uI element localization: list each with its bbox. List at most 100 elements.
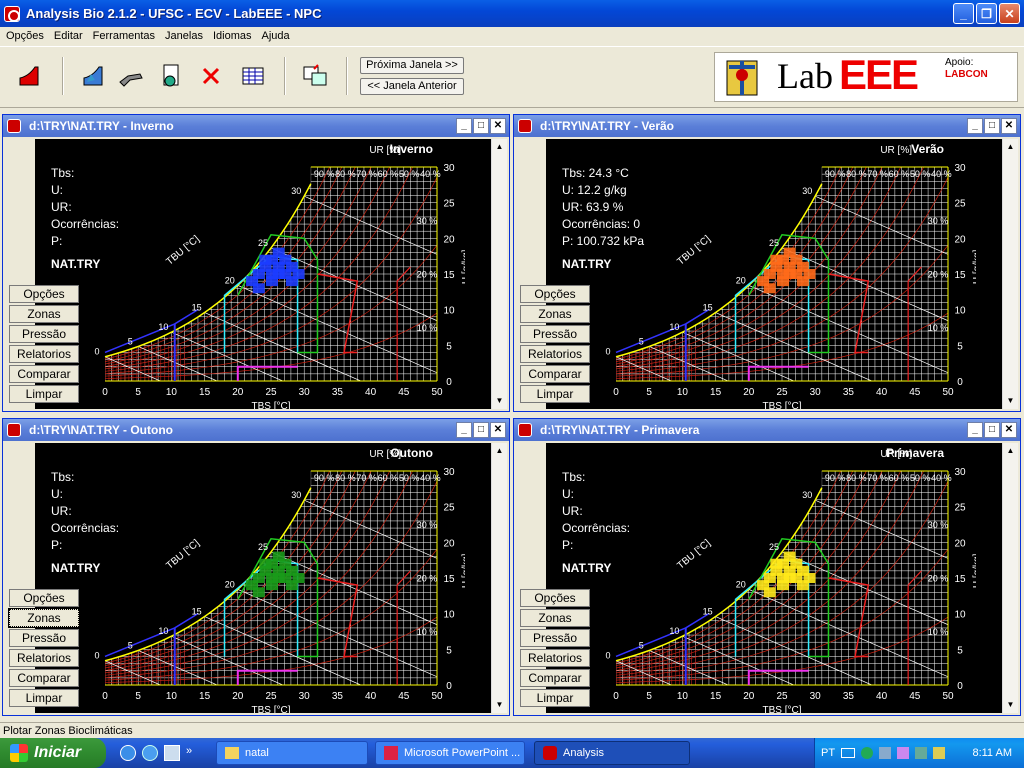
occurrence-mark: [783, 269, 796, 279]
window-minimize-button[interactable]: _: [456, 422, 472, 438]
window-maximize-button[interactable]: □: [473, 422, 489, 438]
rh-label: 50 %: [399, 473, 420, 483]
chart-window-verão[interactable]: d:\TRY\NAT.TRY - Verão _ □ ✕ 0 5 10 15 20 25 3…: [513, 114, 1021, 412]
menu-ajuda[interactable]: Ajuda: [257, 30, 293, 42]
side-button-zonas[interactable]: Zonas: [9, 305, 79, 323]
window-title-bar[interactable]: d:\TRY\NAT.TRY - Primavera _ □ ✕: [514, 419, 1020, 441]
side-button-limpar[interactable]: Limpar: [9, 689, 79, 707]
menu-ferramentas[interactable]: Ferramentas: [89, 30, 159, 42]
scroll-up-icon[interactable]: ▲: [492, 443, 507, 459]
window-minimize-button[interactable]: _: [967, 118, 983, 134]
chevron-icon[interactable]: »: [186, 745, 192, 761]
chart-window-outono[interactable]: d:\TRY\NAT.TRY - Outono _ □ ✕ 0 5 10 15 20 25…: [2, 418, 510, 716]
rh-label: 20 %: [928, 574, 949, 584]
minimize-button[interactable]: _: [953, 3, 974, 24]
table-icon[interactable]: [240, 63, 266, 89]
menu-opcoes[interactable]: Opções: [2, 30, 48, 42]
menu-janelas[interactable]: Janelas: [161, 30, 207, 42]
vertical-scrollbar[interactable]: ▲ ▼: [491, 139, 507, 409]
window-close-button[interactable]: ✕: [490, 422, 506, 438]
start-button[interactable]: Iniciar: [0, 738, 106, 768]
side-button-comparar[interactable]: Comparar: [520, 669, 590, 687]
desktop-icon[interactable]: [164, 745, 180, 761]
chart-red-icon[interactable]: [16, 63, 42, 89]
window-close-button[interactable]: ✕: [1001, 422, 1017, 438]
chart-window-inverno[interactable]: d:\TRY\NAT.TRY - Inverno _ □ ✕ 0 5 10 15 20 2…: [2, 114, 510, 412]
side-button-relatorios[interactable]: Relatorios: [9, 345, 79, 363]
window-close-button[interactable]: ✕: [490, 118, 506, 134]
menu-idiomas[interactable]: Idiomas: [209, 30, 256, 42]
psychrometric-chart: 0 5 10 15 20 25 30 35 40 45 50 0 5 10 15 20 25 30 90 % 80 %…: [576, 443, 983, 713]
browser-icon[interactable]: [142, 745, 158, 761]
side-button-presso[interactable]: Pressão: [9, 325, 79, 343]
document-icon[interactable]: [158, 63, 184, 89]
restore-button[interactable]: ❐: [976, 3, 997, 24]
side-button-comparar[interactable]: Comparar: [520, 365, 590, 383]
window-maximize-button[interactable]: □: [473, 118, 489, 134]
side-button-limpar[interactable]: Limpar: [9, 385, 79, 403]
window-close-button[interactable]: ✕: [1001, 118, 1017, 134]
side-button-opes[interactable]: Opções: [9, 589, 79, 607]
ie-icon[interactable]: [120, 745, 136, 761]
window-minimize-button[interactable]: _: [456, 118, 472, 134]
scroll-up-icon[interactable]: ▲: [492, 139, 507, 155]
vertical-scrollbar[interactable]: ▲ ▼: [1002, 139, 1018, 409]
side-button-comparar[interactable]: Comparar: [9, 669, 79, 687]
language-indicator[interactable]: PT: [821, 747, 835, 759]
window-title-bar[interactable]: d:\TRY\NAT.TRY - Inverno _ □ ✕: [3, 115, 509, 137]
vertical-scrollbar[interactable]: ▲ ▼: [1002, 443, 1018, 713]
chart-window-primavera[interactable]: d:\TRY\NAT.TRY - Primavera _ □ ✕ 0 5 10 15 2…: [513, 418, 1021, 716]
scroll-down-icon[interactable]: ▼: [492, 393, 507, 409]
task-natal[interactable]: natal: [216, 741, 368, 765]
pointer-tool-icon[interactable]: [118, 63, 144, 89]
delete-icon[interactable]: [198, 63, 224, 89]
side-button-zonas[interactable]: Zonas: [520, 305, 590, 323]
side-button-zonas[interactable]: Zonas: [520, 609, 590, 627]
side-button-relatorios[interactable]: Relatorios: [9, 649, 79, 667]
side-button-relatorios[interactable]: Relatorios: [520, 649, 590, 667]
side-button-limpar[interactable]: Limpar: [520, 385, 590, 403]
keyboard-icon[interactable]: [841, 748, 856, 758]
occurrence-mark: [770, 558, 783, 569]
side-button-limpar[interactable]: Limpar: [520, 689, 590, 707]
side-button-opes[interactable]: Opções: [520, 285, 590, 303]
side-button-presso[interactable]: Pressão: [520, 325, 590, 343]
scroll-down-icon[interactable]: ▼: [492, 697, 507, 713]
volume-icon[interactable]: [915, 747, 928, 759]
menu-editar[interactable]: Editar: [50, 30, 87, 42]
previous-window-button[interactable]: << Janela Anterior: [360, 78, 464, 95]
window-maximize-button[interactable]: □: [984, 118, 1000, 134]
side-button-presso[interactable]: Pressão: [520, 629, 590, 647]
task-analysis[interactable]: Analysis: [534, 741, 690, 765]
window-minimize-button[interactable]: _: [967, 422, 983, 438]
scroll-up-icon[interactable]: ▲: [1003, 443, 1018, 459]
scroll-up-icon[interactable]: ▲: [1003, 139, 1018, 155]
side-button-relatorios[interactable]: Relatorios: [520, 345, 590, 363]
y-tick-label: 0: [957, 681, 963, 692]
security-icon[interactable]: [933, 747, 946, 759]
network-icon[interactable]: [879, 747, 892, 759]
task-powerpoint[interactable]: Microsoft PowerPoint ...: [375, 741, 525, 765]
window-title-bar[interactable]: d:\TRY\NAT.TRY - Verão _ □ ✕: [514, 115, 1020, 137]
chart-blue-icon[interactable]: [80, 63, 106, 89]
side-button-comparar[interactable]: Comparar: [9, 365, 79, 383]
wb-tick-label: 0: [605, 651, 610, 661]
vertical-scrollbar[interactable]: ▲ ▼: [491, 443, 507, 713]
scroll-down-icon[interactable]: ▼: [1003, 393, 1018, 409]
tray-app-icon[interactable]: [897, 747, 910, 759]
logo-support-label: Apoio:: [945, 57, 974, 68]
y-axis-title: U [g/kg]: [461, 553, 465, 588]
side-button-opes[interactable]: Opções: [9, 285, 79, 303]
next-window-button[interactable]: Próxima Janela >>: [360, 57, 464, 74]
tray-icon[interactable]: [861, 747, 874, 759]
window-maximize-button[interactable]: □: [984, 422, 1000, 438]
windows-icon[interactable]: [302, 63, 328, 89]
wb-tick-label: 5: [128, 640, 133, 650]
close-button[interactable]: ✕: [999, 3, 1020, 24]
side-button-presso[interactable]: Pressão: [9, 629, 79, 647]
side-button-zonas[interactable]: Zonas: [8, 608, 80, 628]
side-button-opes[interactable]: Opções: [520, 589, 590, 607]
scroll-down-icon[interactable]: ▼: [1003, 697, 1018, 713]
window-title-bar[interactable]: d:\TRY\NAT.TRY - Outono _ □ ✕: [3, 419, 509, 441]
x-tick-label: 35: [843, 387, 855, 398]
